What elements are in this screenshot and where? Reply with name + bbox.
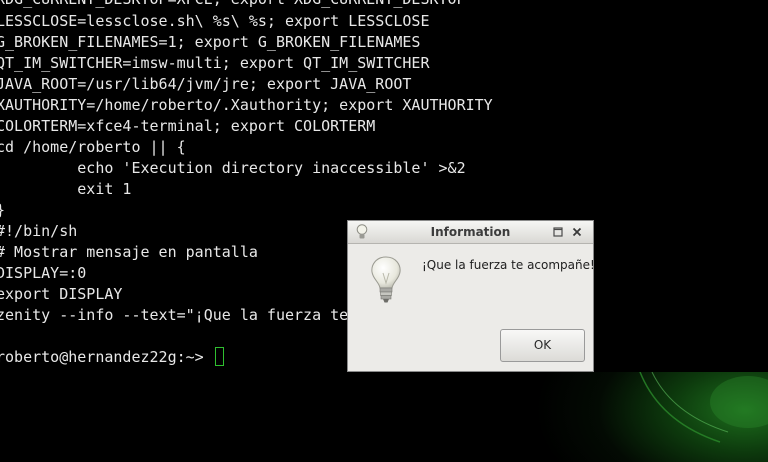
terminal-line: echo 'Execution directory inaccessible' … [0,159,466,177]
terminal-line: #!/bin/sh [0,222,78,240]
terminal-prompt-line[interactable]: roberto@hernandez22g:~> [0,347,224,368]
terminal-line: } [0,200,5,221]
terminal-line: cd /home/roberto || { [0,138,186,156]
dialog-titlebar[interactable]: Information [348,221,593,244]
terminal-line: exit 1 [0,180,132,198]
maximize-icon[interactable] [551,225,565,239]
info-dialog[interactable]: Information ¡Que la fuerza te acompañe! … [347,220,595,372]
terminal-prompt: roberto@hernandez22g:~> [0,348,213,366]
lightbulb-icon [371,256,401,303]
terminal-line: LESSCLOSE=lessclose.sh\ %s\ %s; export L… [0,12,430,30]
terminal-line: export DISPLAY [0,285,123,303]
terminal-line: # Mostrar mensaje en pantalla [0,243,258,261]
terminal-line: DISPLAY=:0 [0,264,87,282]
terminal-line: XAUTHORITY=/home/roberto/.Xauthority; ex… [0,96,493,114]
terminal-line: QT_IM_SWITCHER=imsw-multi; export QT_IM_… [0,54,430,72]
close-icon[interactable] [570,225,584,239]
terminal-line: JAVA_ROOT=/usr/lib64/jvm/jre; export JAV… [0,75,412,93]
terminal-cursor [214,347,224,366]
desktop-background [0,372,768,462]
dialog-message: ¡Que la fuerza te acompañe! [422,258,595,272]
terminal-line: XDG_CURRENT_DESKTOP=XFCE; export XDG_CUR… [0,0,466,10]
terminal-line: G_BROKEN_FILENAMES=1; export G_BROKEN_FI… [0,33,421,51]
terminal-line: COLORTERM=xfce4-terminal; export COLORTE… [0,117,376,135]
desktop-wallpaper-sphere [639,372,768,443]
ok-button[interactable]: OK [500,329,585,362]
